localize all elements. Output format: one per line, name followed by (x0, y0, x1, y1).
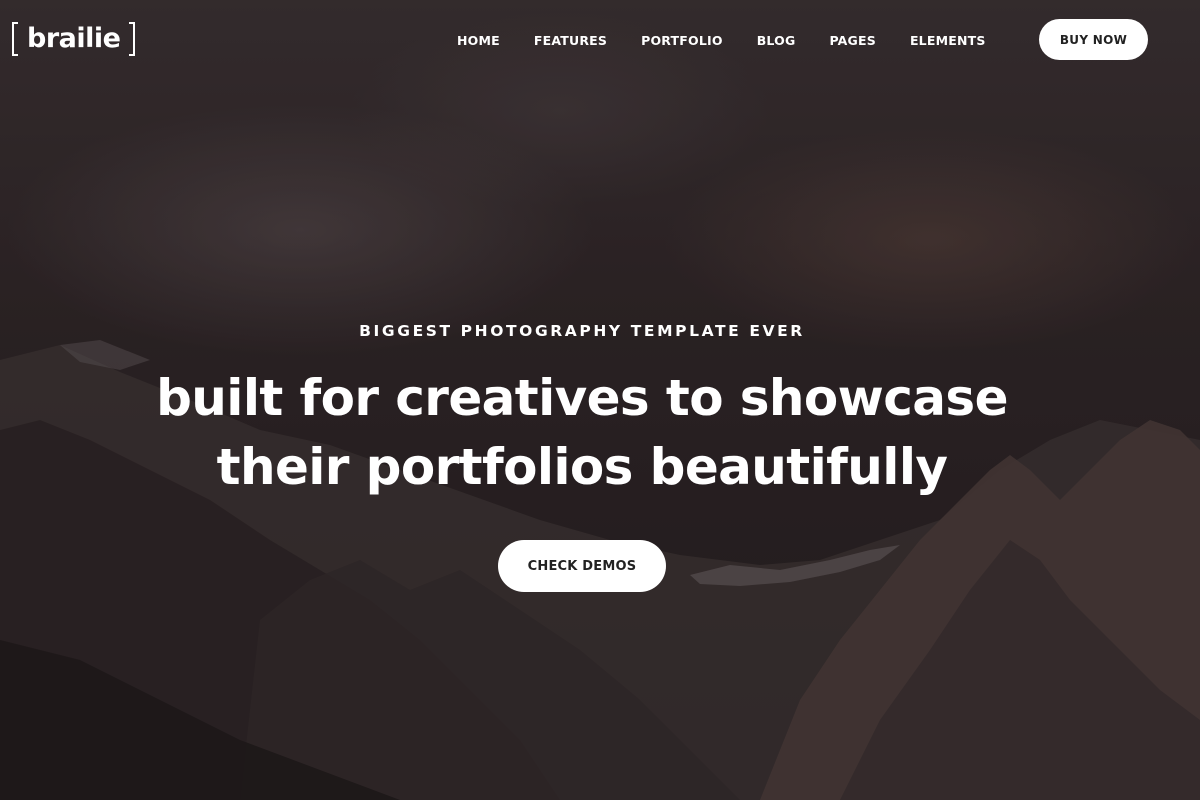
hero-headline: built for creatives to showcase their po… (0, 364, 1164, 502)
brand-logo-text: brailie (27, 23, 121, 54)
buy-now-button[interactable]: BUY NOW (1039, 19, 1148, 60)
hero-kicker: BIGGEST PHOTOGRAPHY TEMPLATE EVER (359, 322, 805, 340)
nav-item-home[interactable]: HOME (440, 33, 517, 48)
brand-logo[interactable]: brailie (12, 18, 136, 60)
nav-item-features[interactable]: FEATURES (517, 33, 624, 48)
nav-item-elements[interactable]: ELEMENTS (893, 33, 1003, 48)
site-header: brailie HOME FEATURES PORTFOLIO BLOG PAG… (0, 0, 1200, 80)
check-demos-button[interactable]: CHECK DEMOS (498, 540, 666, 592)
logo-bracket-right (129, 22, 136, 56)
nav-item-blog[interactable]: BLOG (740, 33, 813, 48)
hero-headline-line-1: built for creatives to showcase (156, 369, 1008, 427)
hero-section: BIGGEST PHOTOGRAPHY TEMPLATE EVER built … (0, 318, 1164, 592)
nav-item-portfolio[interactable]: PORTFOLIO (624, 33, 740, 48)
nav-item-pages[interactable]: PAGES (812, 33, 893, 48)
logo-bracket-left (12, 22, 18, 56)
main-nav: HOME FEATURES PORTFOLIO BLOG PAGES ELEME… (440, 0, 1003, 80)
hero-headline-line-2: their portfolios beautifully (216, 438, 948, 496)
